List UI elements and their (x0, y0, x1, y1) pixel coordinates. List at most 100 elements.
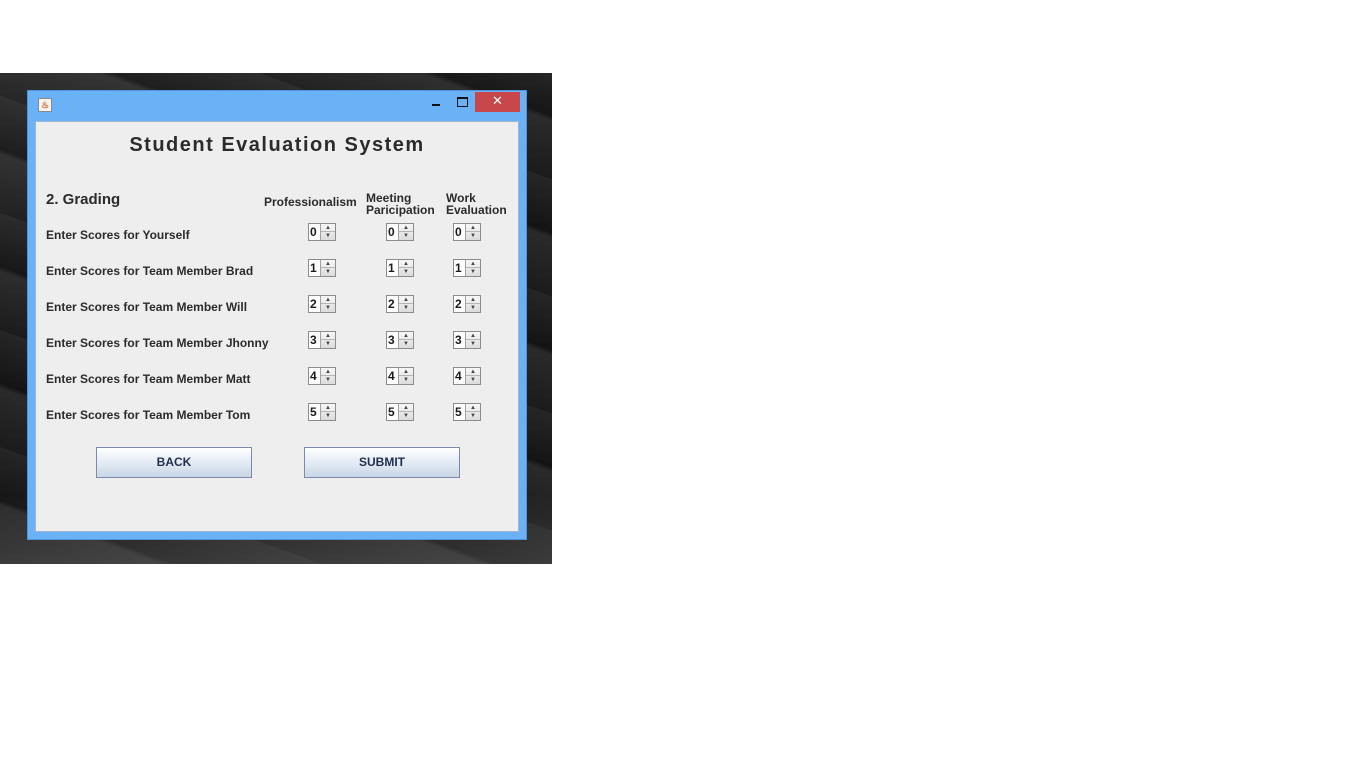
score-spinner-work[interactable]: 2 ▲ ▼ (453, 295, 481, 313)
score-spinner-professionalism[interactable]: 2 ▲ ▼ (308, 295, 336, 313)
spinner-up-icon[interactable]: ▲ (321, 296, 335, 304)
spinner-arrows: ▲ ▼ (465, 260, 480, 276)
page-title: Student Evaluation System (129, 134, 425, 156)
spinner-value[interactable]: 1 (310, 261, 317, 275)
maximize-icon (457, 97, 468, 107)
score-spinner-professionalism[interactable]: 1 ▲ ▼ (308, 259, 336, 277)
spinner-value[interactable]: 5 (388, 405, 395, 419)
spinner-up-icon[interactable]: ▲ (466, 224, 480, 232)
spinner-value[interactable]: 3 (310, 333, 317, 347)
column-header-meeting-line2: Paricipation (366, 203, 435, 217)
spinner-down-icon[interactable]: ▼ (466, 376, 480, 384)
score-spinner-professionalism[interactable]: 4 ▲ ▼ (308, 367, 336, 385)
spinner-value[interactable]: 5 (455, 405, 462, 419)
spinner-up-icon[interactable]: ▲ (321, 332, 335, 340)
spinner-value[interactable]: 2 (310, 297, 317, 311)
back-button[interactable]: BACK (96, 447, 252, 478)
spinner-down-icon[interactable]: ▼ (321, 376, 335, 384)
spinner-up-icon[interactable]: ▲ (466, 404, 480, 412)
spinner-arrows: ▲ ▼ (465, 404, 480, 420)
score-spinner-work[interactable]: 3 ▲ ▼ (453, 331, 481, 349)
app-window: ♨ ✕ Student Evaluation System 2. Grading… (27, 90, 527, 540)
java-app-icon: ♨ (38, 98, 52, 112)
spinner-up-icon[interactable]: ▲ (321, 368, 335, 376)
spinner-up-icon[interactable]: ▲ (321, 404, 335, 412)
spinner-value[interactable]: 3 (455, 333, 462, 347)
spinner-down-icon[interactable]: ▼ (399, 268, 413, 276)
score-spinner-meeting[interactable]: 5 ▲ ▼ (386, 403, 414, 421)
spinner-down-icon[interactable]: ▼ (399, 412, 413, 420)
row-label-tom: Enter Scores for Team Member Tom (46, 408, 251, 422)
spinner-arrows: ▲ ▼ (398, 332, 413, 348)
row-label-matt: Enter Scores for Team Member Matt (46, 372, 251, 386)
spinner-down-icon[interactable]: ▼ (321, 412, 335, 420)
row-label-yourself: Enter Scores for Yourself (46, 228, 190, 242)
score-spinner-professionalism[interactable]: 0 ▲ ▼ (308, 223, 336, 241)
score-spinner-meeting[interactable]: 3 ▲ ▼ (386, 331, 414, 349)
spinner-arrows: ▲ ▼ (398, 224, 413, 240)
spinner-up-icon[interactable]: ▲ (321, 224, 335, 232)
spinner-value[interactable]: 4 (455, 369, 462, 383)
row-label-will: Enter Scores for Team Member Will (46, 300, 248, 314)
spinner-down-icon[interactable]: ▼ (321, 268, 335, 276)
spinner-down-icon[interactable]: ▼ (399, 232, 413, 240)
minimize-button[interactable] (426, 92, 446, 112)
section-heading: 2. Grading (46, 191, 121, 208)
spinner-value[interactable]: 4 (310, 369, 317, 383)
score-spinner-professionalism[interactable]: 3 ▲ ▼ (308, 331, 336, 349)
score-spinner-work[interactable]: 4 ▲ ▼ (453, 367, 481, 385)
title-bar[interactable]: ♨ ✕ (28, 91, 526, 121)
spinner-down-icon[interactable]: ▼ (321, 304, 335, 312)
spinner-down-icon[interactable]: ▼ (399, 340, 413, 348)
submit-button[interactable]: SUBMIT (304, 447, 460, 478)
spinner-up-icon[interactable]: ▲ (399, 332, 413, 340)
spinner-arrows: ▲ ▼ (320, 332, 335, 348)
spinner-down-icon[interactable]: ▼ (466, 268, 480, 276)
column-header-work-evaluation: Work Evaluation (446, 192, 507, 216)
score-spinner-meeting[interactable]: 4 ▲ ▼ (386, 367, 414, 385)
column-header-professionalism: Professionalism (264, 196, 357, 208)
maximize-button[interactable] (452, 92, 472, 112)
spinner-up-icon[interactable]: ▲ (399, 368, 413, 376)
score-spinner-professionalism[interactable]: 5 ▲ ▼ (308, 403, 336, 421)
spinner-value[interactable]: 1 (455, 261, 462, 275)
spinner-arrows: ▲ ▼ (320, 296, 335, 312)
spinner-down-icon[interactable]: ▼ (466, 232, 480, 240)
spinner-value[interactable]: 3 (388, 333, 395, 347)
spinner-down-icon[interactable]: ▼ (399, 304, 413, 312)
spinner-value[interactable]: 0 (455, 225, 462, 239)
spinner-up-icon[interactable]: ▲ (399, 296, 413, 304)
spinner-down-icon[interactable]: ▼ (466, 340, 480, 348)
spinner-value[interactable]: 0 (310, 225, 317, 239)
spinner-down-icon[interactable]: ▼ (321, 340, 335, 348)
spinner-arrows: ▲ ▼ (465, 296, 480, 312)
spinner-up-icon[interactable]: ▲ (399, 260, 413, 268)
spinner-value[interactable]: 2 (388, 297, 395, 311)
score-spinner-meeting[interactable]: 2 ▲ ▼ (386, 295, 414, 313)
spinner-arrows: ▲ ▼ (320, 260, 335, 276)
spinner-value[interactable]: 0 (388, 225, 395, 239)
spinner-arrows: ▲ ▼ (465, 332, 480, 348)
spinner-down-icon[interactable]: ▼ (399, 376, 413, 384)
spinner-up-icon[interactable]: ▲ (321, 260, 335, 268)
spinner-value[interactable]: 4 (388, 369, 395, 383)
score-spinner-meeting[interactable]: 1 ▲ ▼ (386, 259, 414, 277)
close-button[interactable]: ✕ (475, 92, 520, 112)
spinner-arrows: ▲ ▼ (398, 296, 413, 312)
spinner-down-icon[interactable]: ▼ (466, 412, 480, 420)
spinner-up-icon[interactable]: ▲ (466, 332, 480, 340)
score-spinner-meeting[interactable]: 0 ▲ ▼ (386, 223, 414, 241)
spinner-up-icon[interactable]: ▲ (399, 404, 413, 412)
spinner-up-icon[interactable]: ▲ (466, 296, 480, 304)
spinner-value[interactable]: 2 (455, 297, 462, 311)
spinner-up-icon[interactable]: ▲ (399, 224, 413, 232)
spinner-up-icon[interactable]: ▲ (466, 368, 480, 376)
spinner-value[interactable]: 1 (388, 261, 395, 275)
spinner-down-icon[interactable]: ▼ (321, 232, 335, 240)
spinner-up-icon[interactable]: ▲ (466, 260, 480, 268)
score-spinner-work[interactable]: 5 ▲ ▼ (453, 403, 481, 421)
score-spinner-work[interactable]: 0 ▲ ▼ (453, 223, 481, 241)
score-spinner-work[interactable]: 1 ▲ ▼ (453, 259, 481, 277)
spinner-value[interactable]: 5 (310, 405, 317, 419)
spinner-down-icon[interactable]: ▼ (466, 304, 480, 312)
